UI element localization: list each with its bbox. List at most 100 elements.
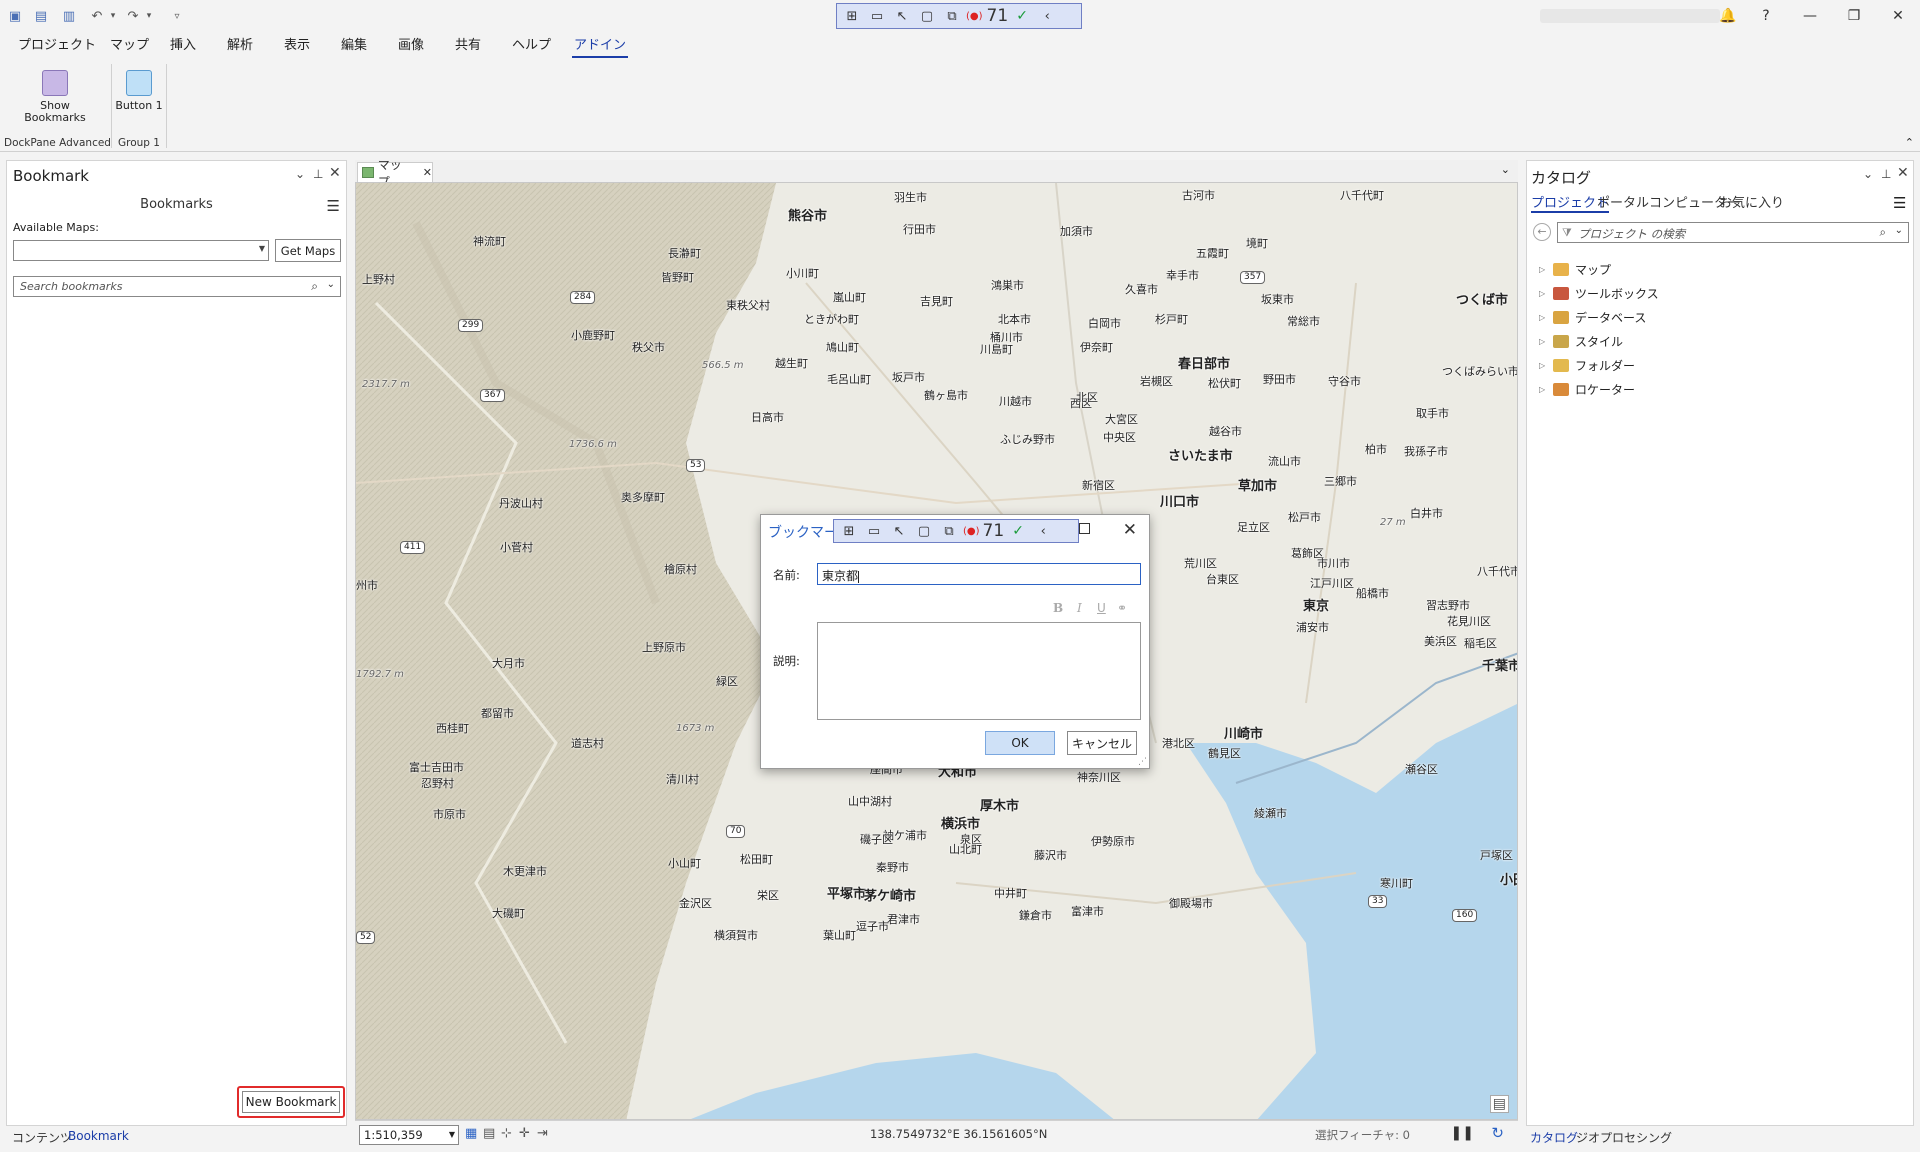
crosshair-icon[interactable]: ✛ bbox=[519, 1126, 530, 1141]
help-icon[interactable]: ? bbox=[1746, 4, 1786, 28]
button1-button[interactable]: Button 1 bbox=[114, 64, 164, 112]
catalog-tab-favorites[interactable]: お気に入り bbox=[1719, 192, 1784, 211]
pane-options-chevron-icon[interactable]: ⌄ bbox=[1863, 167, 1873, 181]
tab-edit[interactable]: 編集 bbox=[339, 36, 369, 58]
search-icon[interactable]: ⌕ bbox=[1880, 225, 1886, 240]
new-bookmark-button[interactable]: New Bookmark bbox=[242, 1091, 340, 1113]
tab-catalog[interactable]: カタログ bbox=[1530, 1129, 1578, 1146]
multi-select-icon[interactable]: ⧉ bbox=[938, 521, 960, 541]
search-options-chevron-icon[interactable]: ⌄ bbox=[1895, 225, 1903, 236]
ok-button[interactable]: OK bbox=[985, 731, 1055, 755]
notifications-icon[interactable]: 🔔 bbox=[1708, 4, 1748, 28]
tab-help[interactable]: ヘルプ bbox=[510, 36, 553, 58]
multi-select-icon[interactable]: ⧉ bbox=[941, 6, 963, 26]
undo-dropdown-icon[interactable]: ▾ bbox=[104, 7, 122, 25]
pause-icon[interactable]: ❚❚ bbox=[1451, 1125, 1474, 1141]
tab-imagery[interactable]: 画像 bbox=[396, 36, 426, 58]
resize-grip-icon[interactable]: ⋰ bbox=[1138, 757, 1147, 767]
close-dialog-icon[interactable]: ✕ bbox=[1123, 520, 1137, 540]
new-project-icon[interactable]: ▣ bbox=[6, 7, 24, 25]
name-field[interactable]: 東京都 bbox=[817, 563, 1141, 585]
pointer-icon[interactable]: ↖ bbox=[891, 6, 913, 26]
tab-insert[interactable]: 挿入 bbox=[168, 36, 198, 58]
pane-options-chevron-icon[interactable]: ⌄ bbox=[295, 167, 305, 181]
pin-icon[interactable]: ⊥ bbox=[1881, 167, 1891, 181]
expand-arrow-icon[interactable]: ▷ bbox=[1539, 313, 1547, 322]
menu-hamburger-icon[interactable]: ☰ bbox=[1893, 194, 1906, 212]
cancel-button[interactable]: キャンセル bbox=[1067, 731, 1137, 755]
back-icon[interactable]: ← bbox=[1533, 223, 1551, 241]
close-pane-icon[interactable]: ✕ bbox=[329, 165, 341, 181]
record-video-icon[interactable]: ▭ bbox=[866, 6, 888, 26]
minimize-icon[interactable]: — bbox=[1790, 4, 1830, 28]
grid-icon[interactable]: ▦ bbox=[465, 1126, 477, 1141]
check-icon[interactable]: ✓ bbox=[1011, 6, 1033, 26]
catalog-item-label: マップ bbox=[1575, 263, 1612, 277]
catalog-tree-item[interactable]: ▷ ロケーター bbox=[1539, 381, 1635, 398]
tab-view[interactable]: 表示 bbox=[282, 36, 312, 58]
catalog-tab-portal[interactable]: ポータル bbox=[1597, 192, 1649, 211]
signed-in-user-blurred[interactable] bbox=[1540, 9, 1720, 23]
maximize-dialog-icon[interactable] bbox=[1079, 523, 1090, 534]
pin-icon[interactable]: ⊥ bbox=[313, 167, 323, 181]
tab-bookmark[interactable]: Bookmark bbox=[68, 1129, 129, 1143]
close-map-tab-icon[interactable]: ✕ bbox=[423, 166, 432, 179]
map-view-tab[interactable]: マップ ✕ bbox=[357, 158, 433, 189]
table-icon[interactable]: ▤ bbox=[483, 1126, 495, 1141]
expand-arrow-icon[interactable]: ▷ bbox=[1539, 337, 1547, 346]
italic-button[interactable]: I bbox=[1077, 601, 1082, 615]
catalog-tree-item[interactable]: ▷ スタイル bbox=[1539, 333, 1623, 350]
description-field[interactable] bbox=[817, 622, 1141, 720]
customize-toolbar-icon[interactable]: ▿ bbox=[168, 7, 186, 25]
scale-selector[interactable]: 1:510,359 ▼ bbox=[359, 1125, 459, 1145]
menu-hamburger-icon[interactable]: ☰ bbox=[327, 197, 340, 215]
collapse-chevron-icon[interactable]: ‹ bbox=[1036, 6, 1058, 26]
underline-button[interactable]: U bbox=[1097, 601, 1106, 615]
save-project-icon[interactable]: ▥ bbox=[60, 7, 78, 25]
collapse-ribbon-icon[interactable]: ⌃ bbox=[1905, 136, 1914, 149]
catalog-tree-item[interactable]: ▷ フォルダー bbox=[1539, 357, 1635, 374]
search-icon[interactable]: ⌕ bbox=[311, 279, 318, 294]
catalog-tree-item[interactable]: ▷ ツールボックス bbox=[1539, 285, 1659, 302]
close-window-icon[interactable]: ✕ bbox=[1878, 4, 1918, 28]
link-icon[interactable]: ⚭ bbox=[1117, 601, 1127, 615]
tab-project[interactable]: プロジェクト bbox=[16, 36, 98, 58]
open-project-icon[interactable]: ▤ bbox=[32, 7, 50, 25]
search-bookmarks-input[interactable]: Search bookmarks ⌕ ⌄ bbox=[13, 276, 341, 297]
check-icon[interactable]: ✓ bbox=[1007, 521, 1029, 541]
map-place-label: 平塚市 bbox=[827, 887, 867, 902]
refresh-icon[interactable]: ↻ bbox=[1491, 1124, 1504, 1142]
pointer-icon[interactable]: ↖ bbox=[888, 521, 910, 541]
available-maps-dropdown[interactable]: ▼ bbox=[13, 240, 269, 261]
select-element-icon[interactable]: ⊞ bbox=[841, 6, 863, 26]
tab-addin[interactable]: アドイン bbox=[572, 36, 629, 58]
record-video-icon[interactable]: ▭ bbox=[863, 521, 885, 541]
catalog-tree-item[interactable]: ▷ データベース bbox=[1539, 309, 1646, 326]
show-bookmarks-button[interactable]: Show Bookmarks bbox=[20, 64, 90, 124]
get-maps-button[interactable]: Get Maps bbox=[275, 239, 341, 262]
expand-arrow-icon[interactable]: ▷ bbox=[1539, 361, 1547, 370]
select-element-icon[interactable]: ⊞ bbox=[838, 521, 860, 541]
close-pane-icon[interactable]: ✕ bbox=[1897, 165, 1909, 181]
expand-arrow-icon[interactable]: ▷ bbox=[1539, 289, 1547, 298]
tab-list-chevron-icon[interactable]: ⌄ bbox=[1501, 163, 1510, 176]
collapse-chevron-icon[interactable]: ‹ bbox=[1032, 521, 1054, 541]
tab-geoprocessing[interactable]: ジオプロセシング bbox=[1576, 1129, 1672, 1146]
restore-icon[interactable]: ❐ bbox=[1834, 4, 1874, 28]
catalog-search-input[interactable]: ⧩ プロジェクト の検索 ⌕ ⌄ bbox=[1557, 222, 1909, 243]
snapping-icon[interactable]: ⊹ bbox=[501, 1126, 512, 1141]
expand-arrow-icon[interactable]: ▷ bbox=[1539, 265, 1547, 274]
tab-contents[interactable]: コンテンツ bbox=[12, 1129, 72, 1146]
frame-icon[interactable]: ▢ bbox=[913, 521, 935, 541]
bold-button[interactable]: B bbox=[1053, 601, 1063, 615]
frame-icon[interactable]: ▢ bbox=[916, 6, 938, 26]
legend-toggle-icon[interactable]: ▤ bbox=[1489, 1095, 1509, 1113]
catalog-tree-item[interactable]: ▷ マップ bbox=[1539, 261, 1611, 278]
tab-share[interactable]: 共有 bbox=[453, 36, 483, 58]
pan-icon[interactable]: ⇥ bbox=[537, 1126, 548, 1141]
redo-dropdown-icon[interactable]: ▾ bbox=[140, 7, 158, 25]
tab-map[interactable]: マップ bbox=[108, 36, 151, 58]
search-options-chevron-icon[interactable]: ⌄ bbox=[327, 279, 335, 290]
expand-arrow-icon[interactable]: ▷ bbox=[1539, 385, 1547, 394]
tab-analysis[interactable]: 解析 bbox=[225, 36, 255, 58]
